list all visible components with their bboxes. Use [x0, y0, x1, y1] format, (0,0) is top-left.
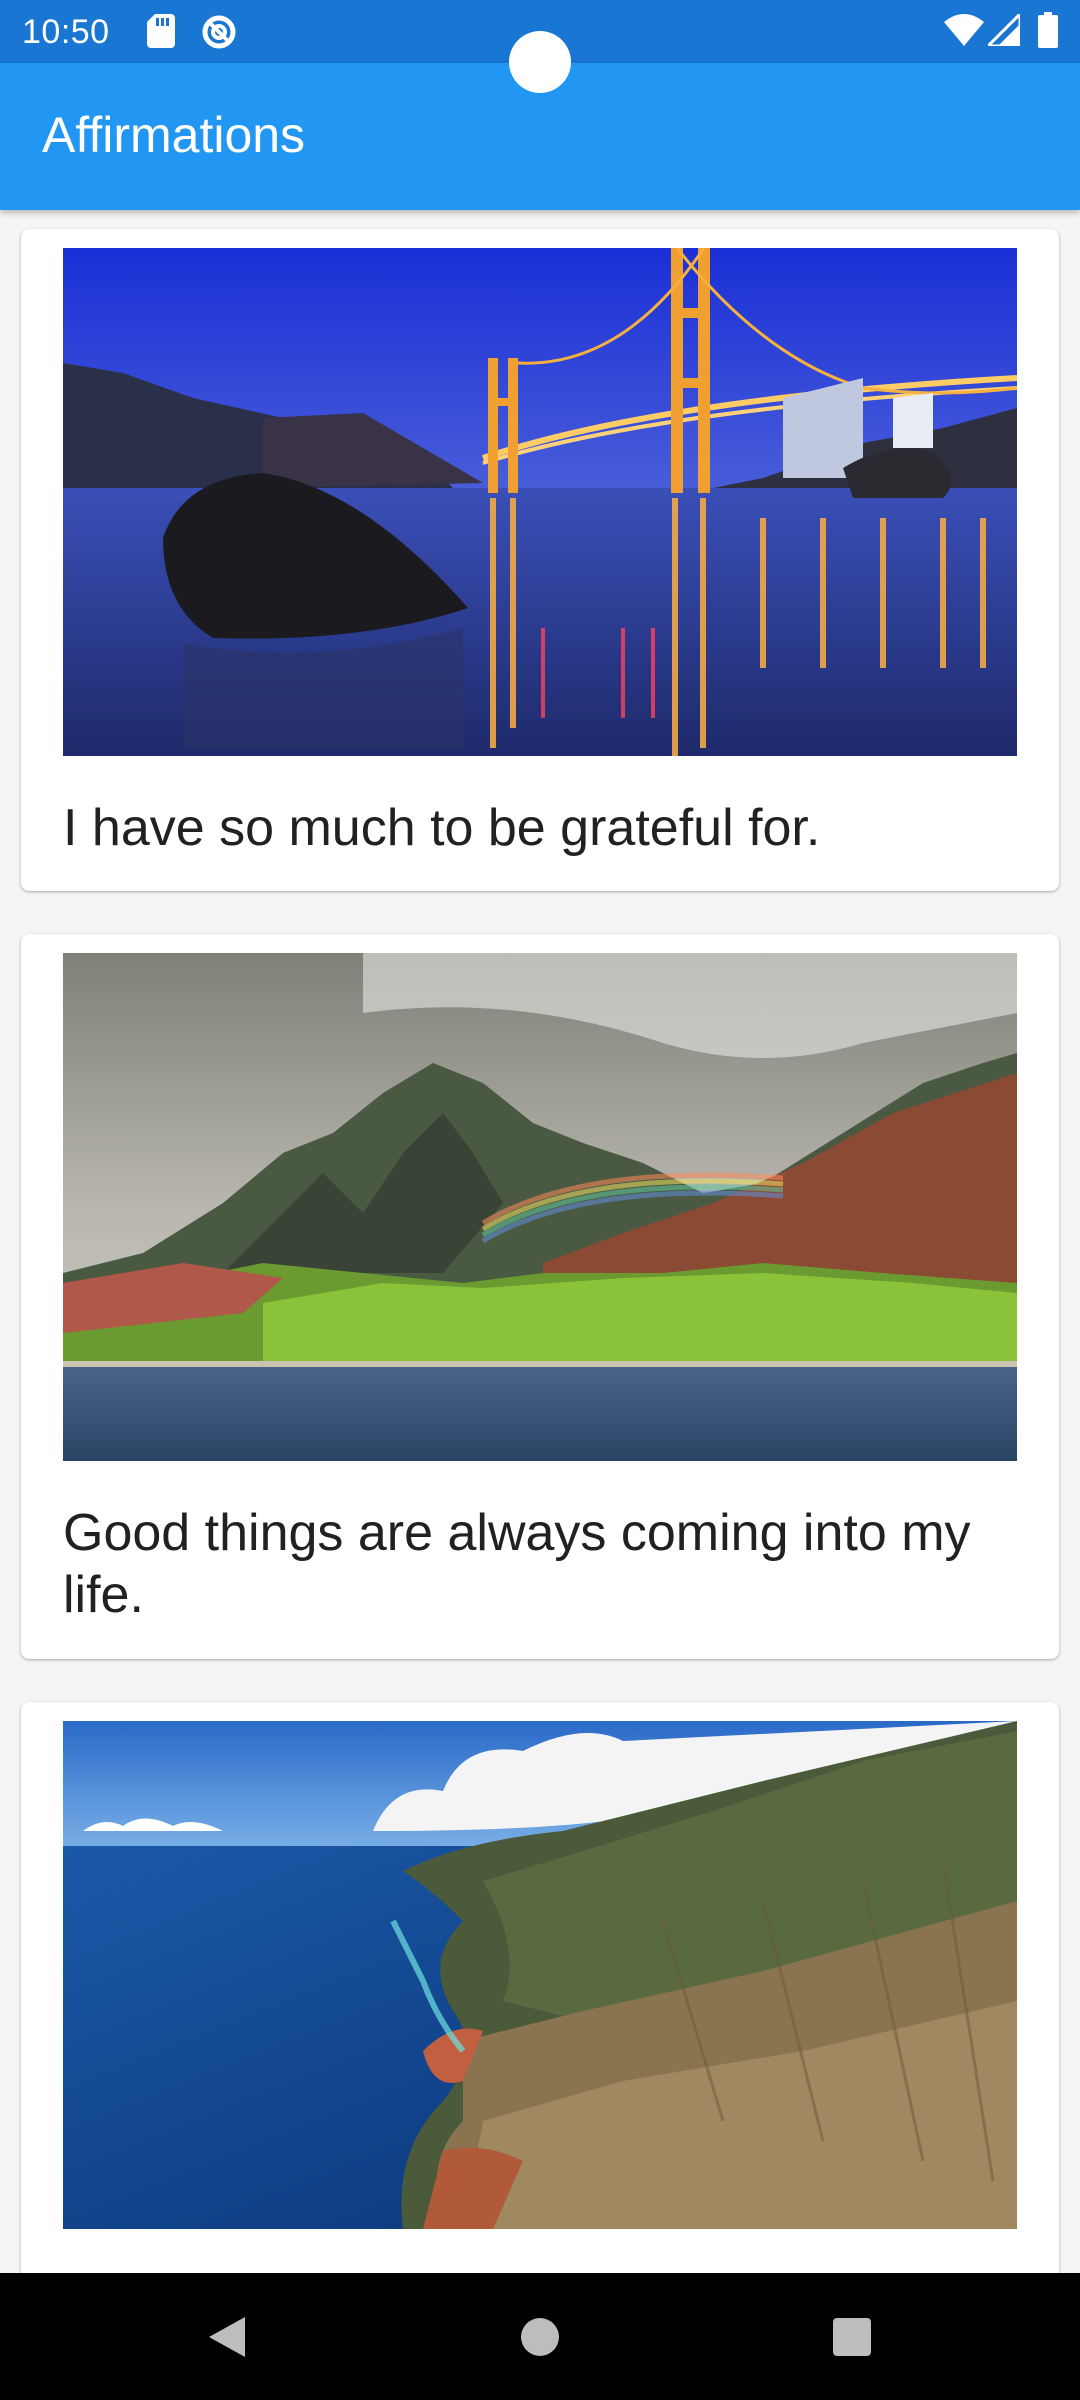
wifi-icon — [944, 14, 984, 46]
camera-cutout — [509, 31, 571, 93]
affirmation-text: Good things are always coming into my li… — [63, 1504, 971, 1624]
back-button[interactable] — [184, 2295, 268, 2379]
aerial-coastline-cliffs-image — [63, 1721, 1017, 2229]
cellular-signal-icon — [988, 14, 1020, 46]
affirmation-card: Good things are always coming into my li… — [21, 934, 1059, 1659]
status-time: 10:50 — [22, 13, 110, 51]
home-icon — [521, 2318, 559, 2356]
affirmation-card: I have so much to be grateful for. — [21, 229, 1059, 891]
recents-button[interactable] — [810, 2295, 894, 2379]
navigation-bar — [0, 2273, 1080, 2400]
golden-gate-bridge-night-image — [63, 248, 1017, 756]
affirmation-card — [21, 1702, 1059, 2273]
sd-card-icon — [147, 14, 175, 48]
affirmation-text: I have so much to be grateful for. — [63, 799, 821, 857]
data-saver-icon — [202, 15, 236, 49]
recents-icon — [833, 2318, 871, 2356]
mountain-rainbow-coast-image — [63, 953, 1017, 1461]
back-icon — [209, 2317, 245, 2357]
affirmation-list[interactable]: I have so much to be grateful for. Good … — [0, 210, 1080, 2273]
home-button[interactable] — [498, 2295, 582, 2379]
app-title: Affirmations — [42, 107, 306, 163]
battery-icon — [1038, 12, 1058, 48]
